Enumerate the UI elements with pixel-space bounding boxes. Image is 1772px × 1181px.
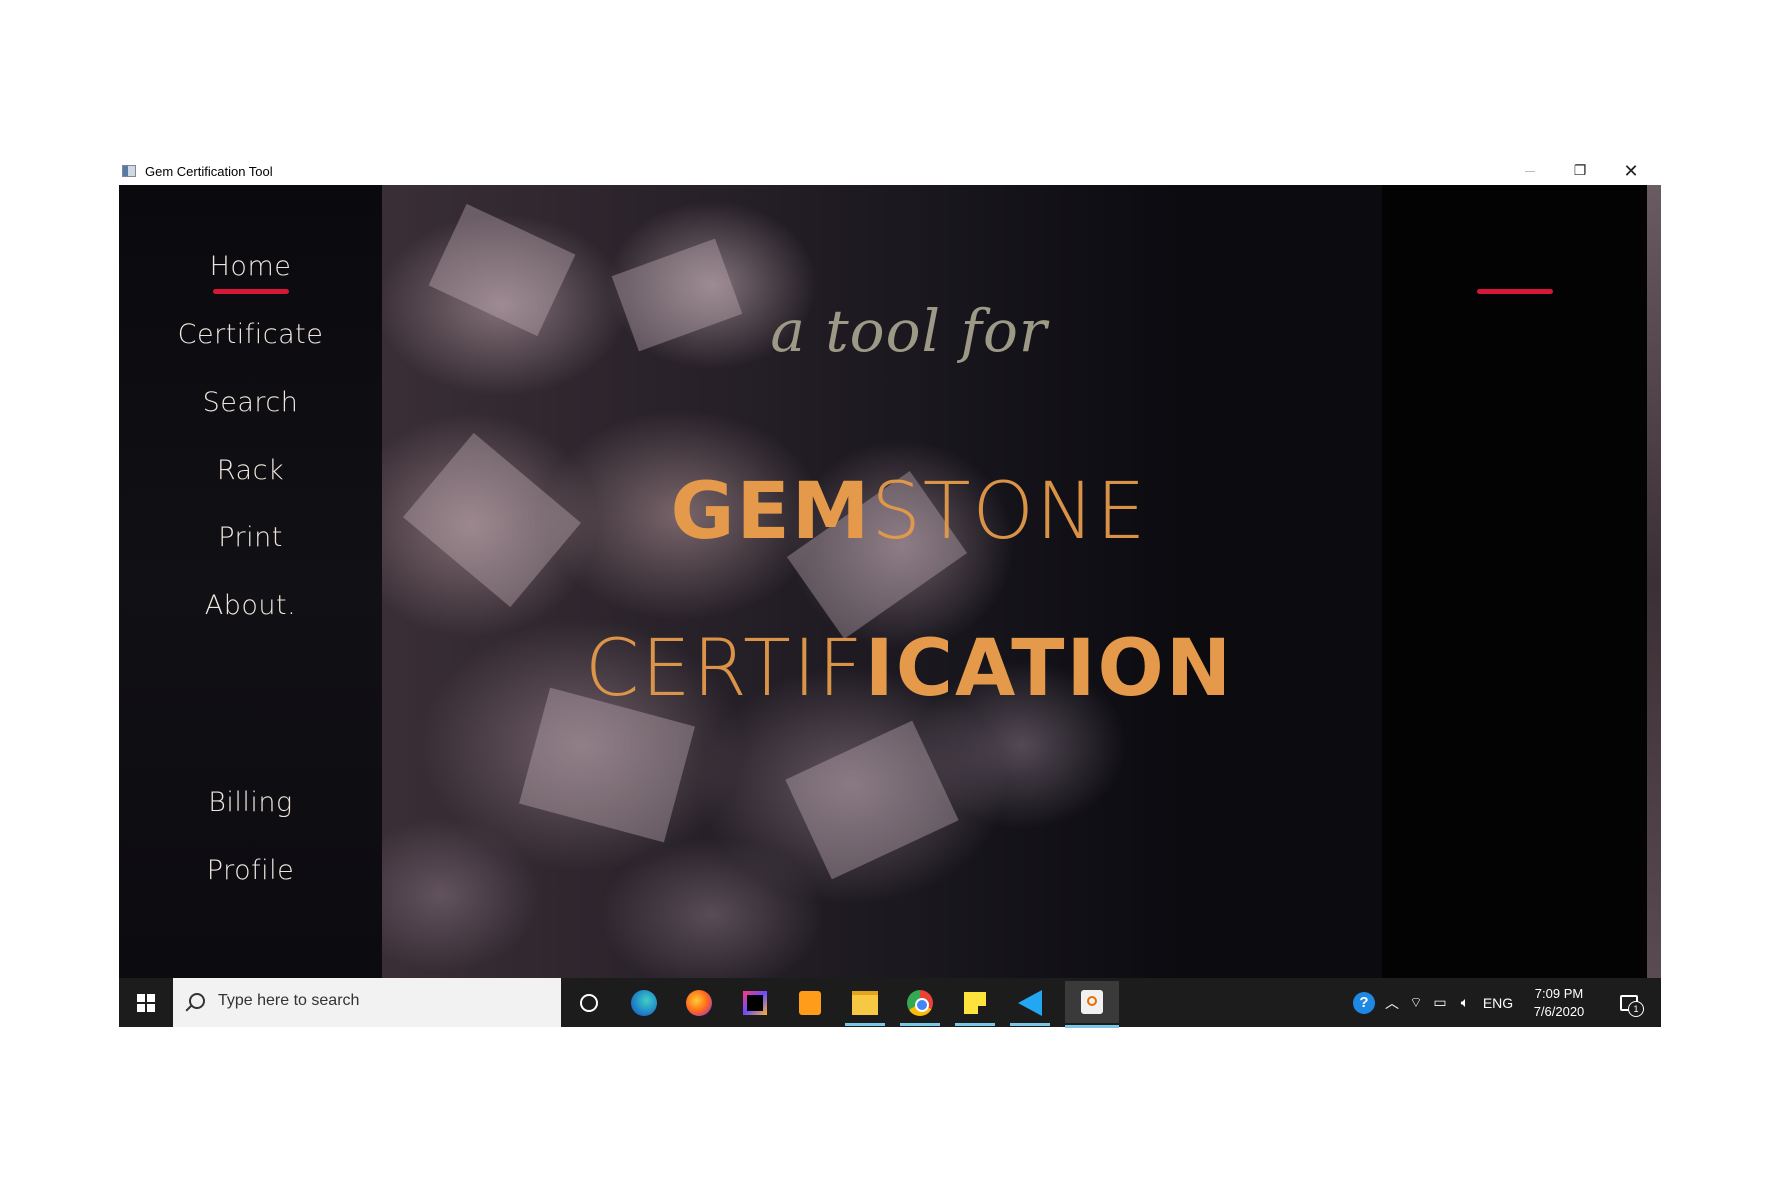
notification-count: 1 — [1628, 1000, 1644, 1017]
chevron-up-icon: ︿ — [1385, 994, 1399, 1011]
battery-icon: ▭ — [1433, 994, 1447, 1010]
java-app-icon — [1081, 990, 1103, 1014]
windows-icon — [137, 993, 155, 1012]
firefox-icon — [686, 990, 712, 1016]
edge-button[interactable] — [624, 985, 664, 1021]
restore-button[interactable]: ❐ — [1555, 157, 1605, 185]
action-center-button[interactable]: 1 — [1609, 978, 1649, 1027]
app-window: Gem Certification Tool ❐ ✕ Home Certific… — [119, 157, 1661, 1028]
sidebar-item-billing[interactable]: Billing — [119, 787, 382, 818]
clock[interactable]: 7:09 PM 7/6/2020 — [1524, 978, 1594, 1027]
vscode-button[interactable] — [1010, 985, 1050, 1026]
sidebar-item-certificate[interactable]: Certificate — [119, 319, 382, 350]
taskbar: Type here to search ? ︿ ⌔ ▭ 🔈︎ ENG 7:09 … — [119, 978, 1661, 1028]
hero-title-ication: ICATION — [864, 624, 1234, 714]
close-button[interactable]: ✕ — [1606, 157, 1656, 185]
sublime-button[interactable] — [790, 985, 830, 1021]
app-icon — [122, 165, 136, 177]
sidebar-item-about[interactable]: About. — [119, 590, 382, 621]
minimize-button[interactable] — [1505, 157, 1555, 185]
clock-time: 7:09 PM — [1534, 985, 1584, 1001]
edge-icon — [631, 990, 657, 1016]
help-tray-button[interactable]: ? — [1349, 978, 1379, 1027]
speaker-icon: 🔈︎ — [1460, 994, 1470, 1010]
sublime-text-icon — [799, 991, 821, 1015]
language-indicator[interactable]: ENG — [1480, 978, 1516, 1027]
minimize-icon — [1525, 170, 1535, 172]
sidebar-item-search[interactable]: Search — [119, 387, 382, 418]
volume-button[interactable]: 🔈︎ — [1453, 978, 1477, 1027]
show-hidden-icons-button[interactable]: ︿ — [1381, 978, 1403, 1027]
intellij-icon — [743, 991, 767, 1015]
help-icon: ? — [1353, 991, 1375, 1014]
right-panel — [1382, 185, 1647, 978]
right-accent-bar — [1477, 289, 1553, 294]
cortana-button[interactable] — [569, 985, 609, 1021]
hero-title-gem: GEM — [670, 467, 872, 557]
sticky-notes-button[interactable] — [955, 985, 995, 1026]
firefox-button[interactable] — [679, 985, 719, 1021]
close-icon: ✕ — [1623, 160, 1639, 182]
cortana-icon — [580, 994, 598, 1012]
battery-button[interactable]: ▭ — [1429, 978, 1451, 1027]
chrome-button[interactable] — [900, 985, 940, 1026]
hero-tagline: a tool for — [770, 297, 1048, 365]
search-icon — [189, 993, 205, 1009]
clock-date: 7/6/2020 — [1533, 1003, 1585, 1019]
sidebar-item-rack[interactable]: Rack — [119, 455, 382, 486]
sidebar-item-home[interactable]: Home — [119, 251, 382, 282]
crystal-shard — [428, 203, 576, 337]
start-button[interactable] — [119, 978, 173, 1027]
sidebar-item-profile[interactable]: Profile — [119, 855, 382, 886]
taskbar-search-box[interactable]: Type here to search — [173, 978, 561, 1027]
restore-icon: ❐ — [1573, 163, 1587, 179]
wifi-icon: ⌔ — [1409, 993, 1423, 1010]
file-explorer-icon — [852, 991, 878, 1015]
chrome-icon — [907, 990, 933, 1016]
sidebar-item-print[interactable]: Print — [119, 522, 382, 553]
crystal-shard — [785, 720, 959, 880]
vscode-icon — [1018, 990, 1042, 1016]
sticky-notes-icon — [964, 992, 986, 1014]
hero-title-line-2: CERTIFICATION — [459, 630, 1359, 708]
java-app-button[interactable] — [1065, 981, 1119, 1028]
app-content: Home Certificate Search Rack Print About… — [119, 185, 1661, 978]
active-nav-indicator — [213, 289, 289, 294]
title-bar: Gem Certification Tool ❐ ✕ — [119, 157, 1661, 185]
window-title: Gem Certification Tool — [145, 164, 273, 179]
intellij-button[interactable] — [735, 985, 775, 1021]
hero-title-certif: CERTIF — [584, 624, 865, 714]
network-button[interactable]: ⌔ — [1405, 978, 1427, 1027]
hero-title-stone: STONE — [871, 467, 1148, 557]
right-edge-image — [1647, 185, 1661, 978]
notification-icon: 1 — [1620, 994, 1644, 1017]
hero-title-line-1: GEMSTONE — [459, 473, 1359, 551]
file-explorer-button[interactable] — [845, 985, 885, 1026]
search-placeholder: Type here to search — [218, 992, 360, 1009]
